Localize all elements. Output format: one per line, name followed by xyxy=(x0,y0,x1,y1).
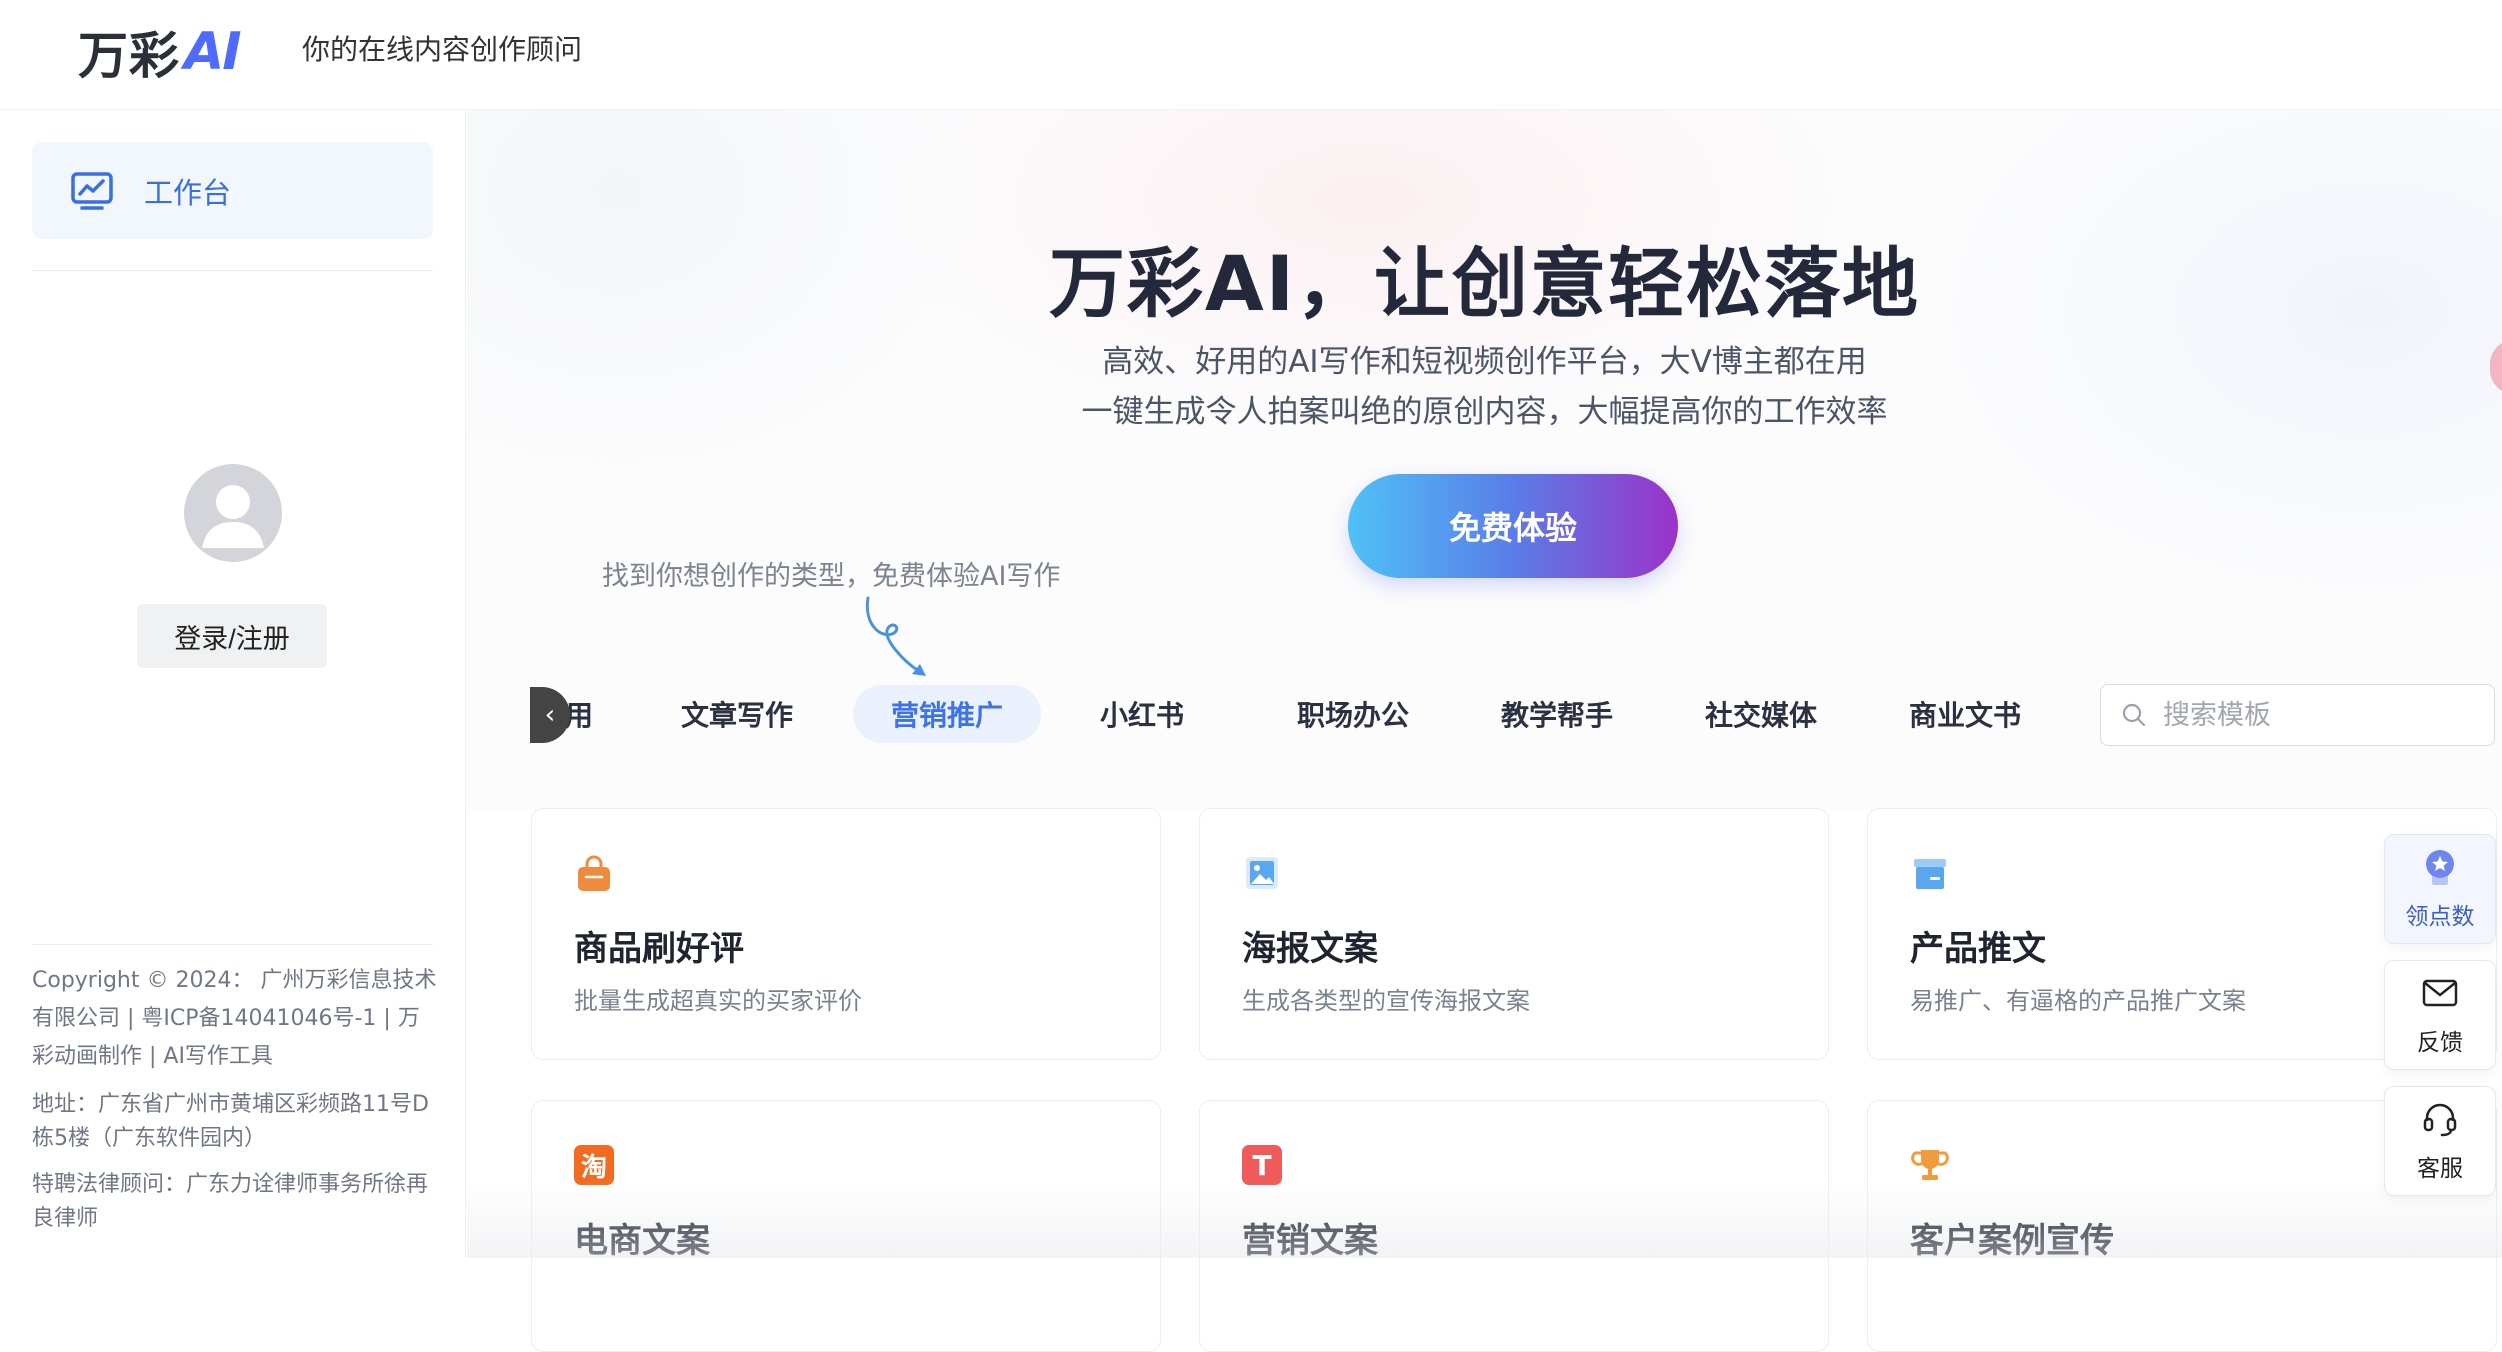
card-title: 电商文案 xyxy=(574,1221,710,1261)
feedback-button[interactable]: 反馈 xyxy=(2384,960,2496,1070)
card-title: 客户案例宣传 xyxy=(1910,1221,2114,1261)
tab-label: 教学帮手 xyxy=(1500,699,1613,732)
card-title: 营销文案 xyxy=(1242,1221,1378,1261)
chart-monitor-icon xyxy=(71,171,113,210)
footer-divider xyxy=(32,944,433,945)
template-search[interactable] xyxy=(2100,684,2495,746)
text-t-icon: T xyxy=(1242,1145,1282,1185)
sidebar-item-label: 工作台 xyxy=(144,175,232,210)
footer-copyright: Copyright © 2024： 广州万彩信息技术有限公司 | 粤ICP备14… xyxy=(32,968,437,1069)
mail-icon xyxy=(2422,979,2458,1007)
hint-text: 找到你想创作的类型，免费体验AI写作 xyxy=(602,561,1061,592)
tab-teaching[interactable]: 教学帮手 xyxy=(1492,685,1622,743)
card-description: 批量生成超真实的买家评价 xyxy=(574,987,862,1015)
sidebar-item-workbench[interactable]: 工作台 xyxy=(32,142,433,239)
card-title: 海报文案 xyxy=(1242,929,1378,969)
hero-subtitle-2: 一键生成令人拍案叫绝的原创内容，大幅提高你的工作效率 xyxy=(1081,394,1888,430)
brand-logo[interactable]: 万彩 AI xyxy=(78,20,242,85)
tab-social-media[interactable]: 社交媒体 xyxy=(1696,685,1826,743)
chevron-left-icon: ‹ xyxy=(544,700,556,730)
search-input[interactable] xyxy=(2161,698,2481,732)
headset-icon xyxy=(2423,1103,2457,1137)
card-description: 生成各类型的宣传海报文案 xyxy=(1242,987,1530,1015)
tab-label: 商业文书 xyxy=(1908,699,2021,732)
tab-label: 文章写作 xyxy=(680,699,793,732)
tab-marketing[interactable]: 营销推广 xyxy=(853,685,1041,743)
taobao-icon: 淘 xyxy=(574,1145,614,1185)
avatar[interactable] xyxy=(184,464,282,562)
tab-label: 小红书 xyxy=(1099,699,1184,732)
customer-service-button[interactable]: 客服 xyxy=(2384,1086,2496,1196)
template-card[interactable]: 海报文案 生成各类型的宣传海报文案 xyxy=(1199,808,1829,1060)
float-label: 领点数 xyxy=(2405,904,2475,930)
sidebar: 工作台 登录/注册 Copyright © 2024： 广州万彩信息技术有限公司… xyxy=(0,110,466,1258)
login-register-button[interactable]: 登录/注册 xyxy=(137,604,327,668)
medal-icon xyxy=(2426,850,2454,885)
card-description: 易推广、有逼格的产品推广文案 xyxy=(1910,987,2246,1015)
search-icon xyxy=(2122,703,2146,727)
float-label: 客服 xyxy=(2417,1156,2463,1182)
logo-text: 万彩 xyxy=(78,27,180,85)
footer-lawyer: 特聘法律顾问：广东力诠律师事务所徐再良律师 xyxy=(32,1172,429,1231)
hero-title: 万彩AI，让创意轻松落地 xyxy=(1048,239,1921,328)
tab-office[interactable]: 职场办公 xyxy=(1288,685,1418,743)
header-slogan: 你的在线内容创作顾问 xyxy=(302,33,583,66)
image-poster-icon xyxy=(1246,857,1278,889)
tab-label: 职场办公 xyxy=(1296,699,1409,732)
claim-points-button[interactable]: 领点数 xyxy=(2384,834,2496,944)
user-silhouette-icon xyxy=(184,464,282,562)
template-card[interactable]: T 营销文案 xyxy=(1199,1100,1829,1352)
template-card[interactable]: 淘 电商文案 xyxy=(531,1100,1161,1352)
tab-label: 社交媒体 xyxy=(1704,699,1817,732)
tab-business-docs[interactable]: 商业文书 xyxy=(1900,685,2030,743)
template-card[interactable]: 商品刷好评 批量生成超真实的买家评价 xyxy=(531,808,1161,1060)
tab-xiaohongshu[interactable]: 小红书 xyxy=(1092,685,1192,743)
tab-label: 营销推广 xyxy=(890,699,1003,732)
card-title: 商品刷好评 xyxy=(574,929,744,969)
tab-article-writing[interactable]: 文章写作 xyxy=(672,685,802,743)
card-title: 产品推文 xyxy=(1910,929,2046,969)
hero-subtitle-1: 高效、好用的AI写作和短视频创作平台，大V博主都在用 xyxy=(1102,344,1867,380)
box-icon xyxy=(1914,859,1946,889)
footer-address: 地址：广东省广州市黄埔区彩频路11号D栋5楼（广东软件园内） xyxy=(32,1092,429,1151)
curved-arrow-icon xyxy=(865,596,926,676)
trophy-icon xyxy=(1911,1150,1949,1180)
shopping-bag-icon xyxy=(578,855,610,891)
top-header: 万彩 AI 你的在线内容创作顾问 xyxy=(0,0,2502,110)
float-label: 反馈 xyxy=(2417,1030,2463,1056)
category-tabs: 应用 文章写作 营销推广 小红书 职场办公 教学帮手 社交媒体 商业文书 xyxy=(530,685,2090,745)
sidebar-divider xyxy=(32,270,433,271)
free-trial-button[interactable]: 免费体验 xyxy=(1348,474,1678,578)
logo-ai-text: AI xyxy=(184,22,242,82)
